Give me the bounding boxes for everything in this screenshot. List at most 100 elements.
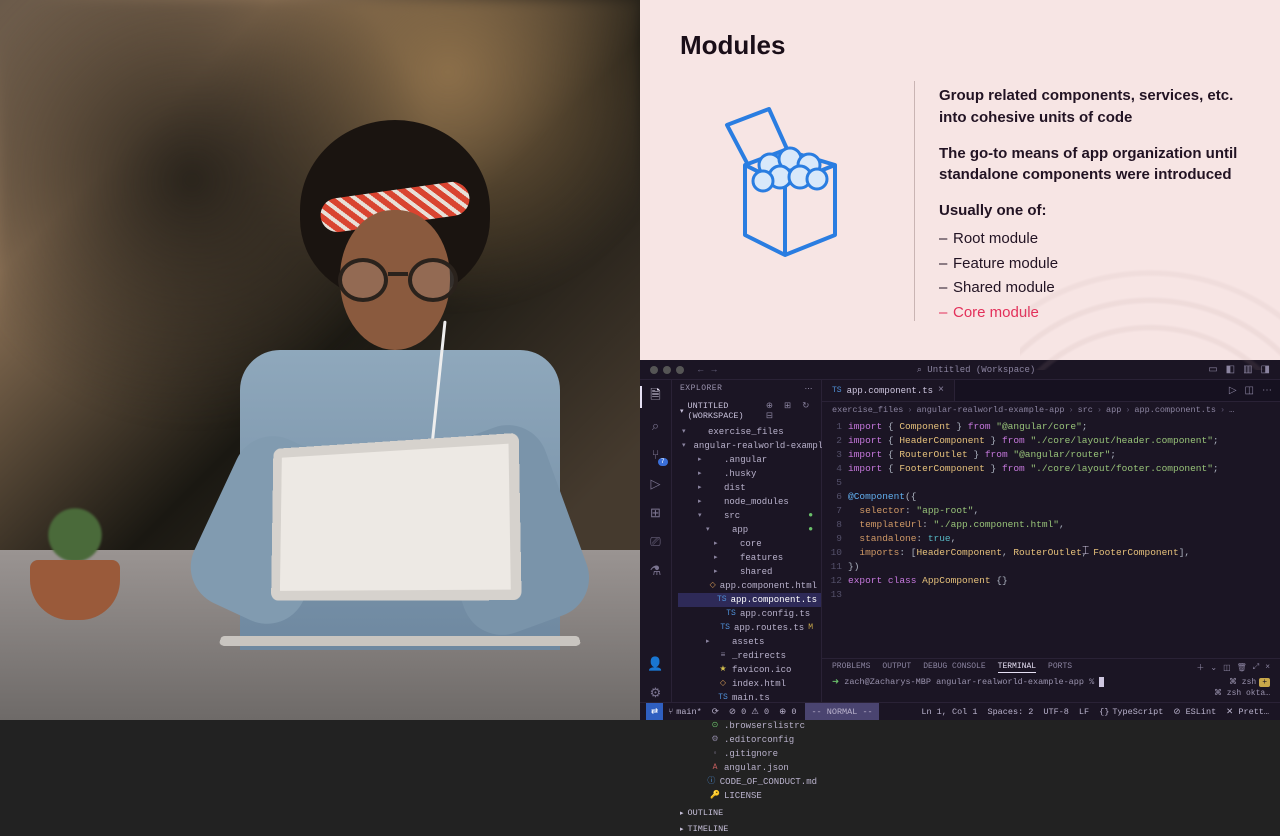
settings-gear-icon[interactable]: ⚙ — [647, 684, 665, 702]
terminal-dropdown-icon[interactable]: ⌄ — [1210, 663, 1217, 673]
nav-forward-icon[interactable]: → — [711, 365, 716, 375]
tree-folder[interactable]: ▾src● — [678, 509, 821, 523]
layout-split-icon[interactable]: ▥ — [1243, 364, 1252, 376]
panel-tab[interactable]: DEBUG CONSOLE — [923, 662, 985, 673]
tree-folder[interactable]: ▸dist — [678, 481, 821, 495]
indent-status[interactable]: Spaces: 2 — [982, 703, 1038, 720]
nav-back-icon[interactable]: ← — [698, 365, 703, 375]
maximize-panel-icon[interactable]: ⤢ — [1253, 663, 1259, 672]
breadcrumb-item[interactable]: app — [1106, 405, 1121, 415]
remote-icon[interactable]: ⎚ — [647, 533, 665, 551]
editor-tab[interactable]: TS app.component.ts × — [822, 380, 955, 401]
breadcrumbs[interactable]: exercise_files›angular-realworld-example… — [822, 402, 1280, 418]
panel-tab[interactable]: OUTPUT — [882, 662, 911, 673]
breadcrumb-item[interactable]: angular-realworld-example-app — [917, 405, 1065, 415]
extensions-icon[interactable]: ⊞ — [647, 504, 665, 522]
testing-icon[interactable]: ⚗ — [647, 562, 665, 580]
workspace-header[interactable]: ▾ UNTITLED (WORKSPACE) ⊕ ⊞ ↻ ⊟ — [672, 398, 821, 424]
tree-file[interactable]: ◦.gitignore — [678, 747, 821, 761]
panel-tab[interactable]: PROBLEMS — [832, 662, 870, 673]
eol-status[interactable]: LF — [1074, 703, 1094, 720]
layout-sidebar-icon[interactable]: ◧ — [1226, 364, 1235, 376]
terminal-prompt[interactable]: ➜ zach@Zacharys-MBP angular-realworld-ex… — [832, 677, 1104, 702]
debug-icon[interactable]: ▷ — [647, 475, 665, 493]
close-icon[interactable]: × — [938, 385, 944, 396]
tree-folder[interactable]: ▸assets — [678, 635, 821, 649]
git-sync[interactable]: ⟳ — [707, 703, 724, 720]
file-tree: ▾exercise_files▾angular-realworld-exampl… — [672, 424, 821, 805]
breadcrumb-item[interactable]: src — [1078, 405, 1093, 415]
tree-file[interactable]: 🔑LICENSE — [678, 789, 821, 803]
run-icon[interactable]: ▷ — [1229, 385, 1237, 397]
tree-folder[interactable]: ▾exercise_files — [678, 425, 821, 439]
split-terminal-icon[interactable]: ◫ — [1223, 663, 1231, 673]
breadcrumb-item[interactable]: exercise_files — [832, 405, 903, 415]
split-editor-icon[interactable]: ◫ — [1245, 385, 1254, 397]
tree-label: app.config.ts — [740, 608, 810, 620]
encoding-status[interactable]: UTF-8 — [1038, 703, 1074, 720]
prettier-status[interactable]: ✕ Prett… — [1221, 703, 1274, 720]
close-panel-icon[interactable]: × — [1265, 663, 1270, 672]
tree-file[interactable]: Aangular.json — [678, 761, 821, 775]
tree-label: index.html — [732, 678, 786, 690]
tree-folder[interactable]: ▸node_modules — [678, 495, 821, 509]
breadcrumb-item[interactable]: app.component.ts — [1134, 405, 1216, 415]
tree-label: dist — [724, 482, 746, 494]
eslint-status[interactable]: ⊘ ESLint — [1168, 703, 1221, 720]
outline-section[interactable]: ▸OUTLINE — [672, 805, 821, 821]
tab-label: app.component.ts — [847, 386, 933, 396]
timeline-section[interactable]: ▸TIMELINE — [672, 821, 821, 836]
tree-folder[interactable]: ▸core — [678, 537, 821, 551]
tree-folder[interactable]: ▸features — [678, 551, 821, 565]
more-icon[interactable]: ⋯ — [805, 384, 814, 394]
tree-label: favicon.ico — [732, 664, 791, 676]
more-icon[interactable]: ⋯ — [1262, 385, 1272, 397]
add-terminal-icon[interactable]: ＋ — [1196, 662, 1204, 673]
git-branch[interactable]: ⑂ main* — [663, 703, 707, 720]
explorer-actions[interactable]: ⊕ ⊞ ↻ ⊟ — [766, 401, 813, 421]
tree-file[interactable]: ≡_redirects — [678, 649, 821, 663]
layout-panel-icon[interactable]: ▭ — [1208, 364, 1217, 376]
tree-file[interactable]: TSapp.routes.tsM — [678, 621, 821, 635]
activity-bar: 🗎 ⌕ ⑂7 ▷ ⊞ ⎚ ⚗ 👤 ⚙ — [640, 380, 672, 702]
stock-photo — [0, 0, 640, 720]
tree-folder[interactable]: ▸.angular — [678, 453, 821, 467]
remote-indicator[interactable]: ⇄ — [646, 703, 663, 720]
vertical-divider — [914, 81, 915, 321]
tree-file[interactable]: ⚙.editorconfig — [678, 733, 821, 747]
ports-status[interactable]: ⊕ 0 — [774, 703, 801, 720]
language-mode[interactable]: {} TypeScript — [1094, 703, 1168, 720]
tree-folder[interactable]: ▾angular-realworld-example-app● — [678, 439, 821, 453]
tree-folder[interactable]: ▸shared — [678, 565, 821, 579]
tree-file[interactable]: TSapp.component.ts — [678, 593, 821, 607]
tree-folder[interactable]: ▸.husky — [678, 467, 821, 481]
bottom-panel: PROBLEMS OUTPUT DEBUG CONSOLE TERMINAL PORTS… — [822, 658, 1280, 702]
tree-file[interactable]: TSapp.config.ts — [678, 607, 821, 621]
window-title: Untitled (Workspace) — [927, 365, 1035, 375]
panel-tab[interactable]: PORTS — [1048, 662, 1072, 673]
code-editor[interactable]: 12345678910111213 import { Component } f… — [822, 418, 1280, 658]
panel-tabs: PROBLEMS OUTPUT DEBUG CONSOLE TERMINAL PORTS… — [822, 659, 1280, 676]
tree-file[interactable]: ⊙.browserslistrc — [678, 719, 821, 733]
problems-status[interactable]: ⊘ 0 ⚠ 0 — [724, 703, 774, 720]
kill-terminal-icon[interactable]: 🗑 — [1237, 663, 1247, 673]
tree-file[interactable]: ◇app.component.html — [678, 579, 821, 593]
panel-tab[interactable]: TERMINAL — [998, 662, 1036, 673]
layout-right-icon[interactable]: ◨ — [1261, 364, 1270, 376]
account-icon[interactable]: 👤 — [647, 655, 665, 673]
tree-file[interactable]: ★favicon.ico — [678, 663, 821, 677]
source-control-icon[interactable]: ⑂7 — [647, 446, 665, 464]
tree-file[interactable]: ◇ index.html — [678, 677, 821, 691]
file-icon: ⓘ — [707, 776, 716, 788]
tree-label: LICENSE — [724, 790, 762, 802]
file-icon: ◇ — [718, 678, 728, 690]
tree-folder[interactable]: ▾app● — [678, 523, 821, 537]
window-controls[interactable] — [640, 366, 694, 374]
search-activity-icon[interactable]: ⌕ — [647, 417, 665, 435]
explorer-icon[interactable]: 🗎 — [647, 388, 665, 406]
cursor-position[interactable]: Ln 1, Col 1 — [916, 703, 982, 720]
search-icon[interactable]: ⌕ — [917, 365, 922, 375]
breadcrumb-item[interactable]: … — [1229, 405, 1234, 415]
terminal-list[interactable]: ⌘ zsh+ ⌘ zsh okta… — [1214, 677, 1270, 702]
tree-file[interactable]: ⓘCODE_OF_CONDUCT.md — [678, 775, 821, 789]
